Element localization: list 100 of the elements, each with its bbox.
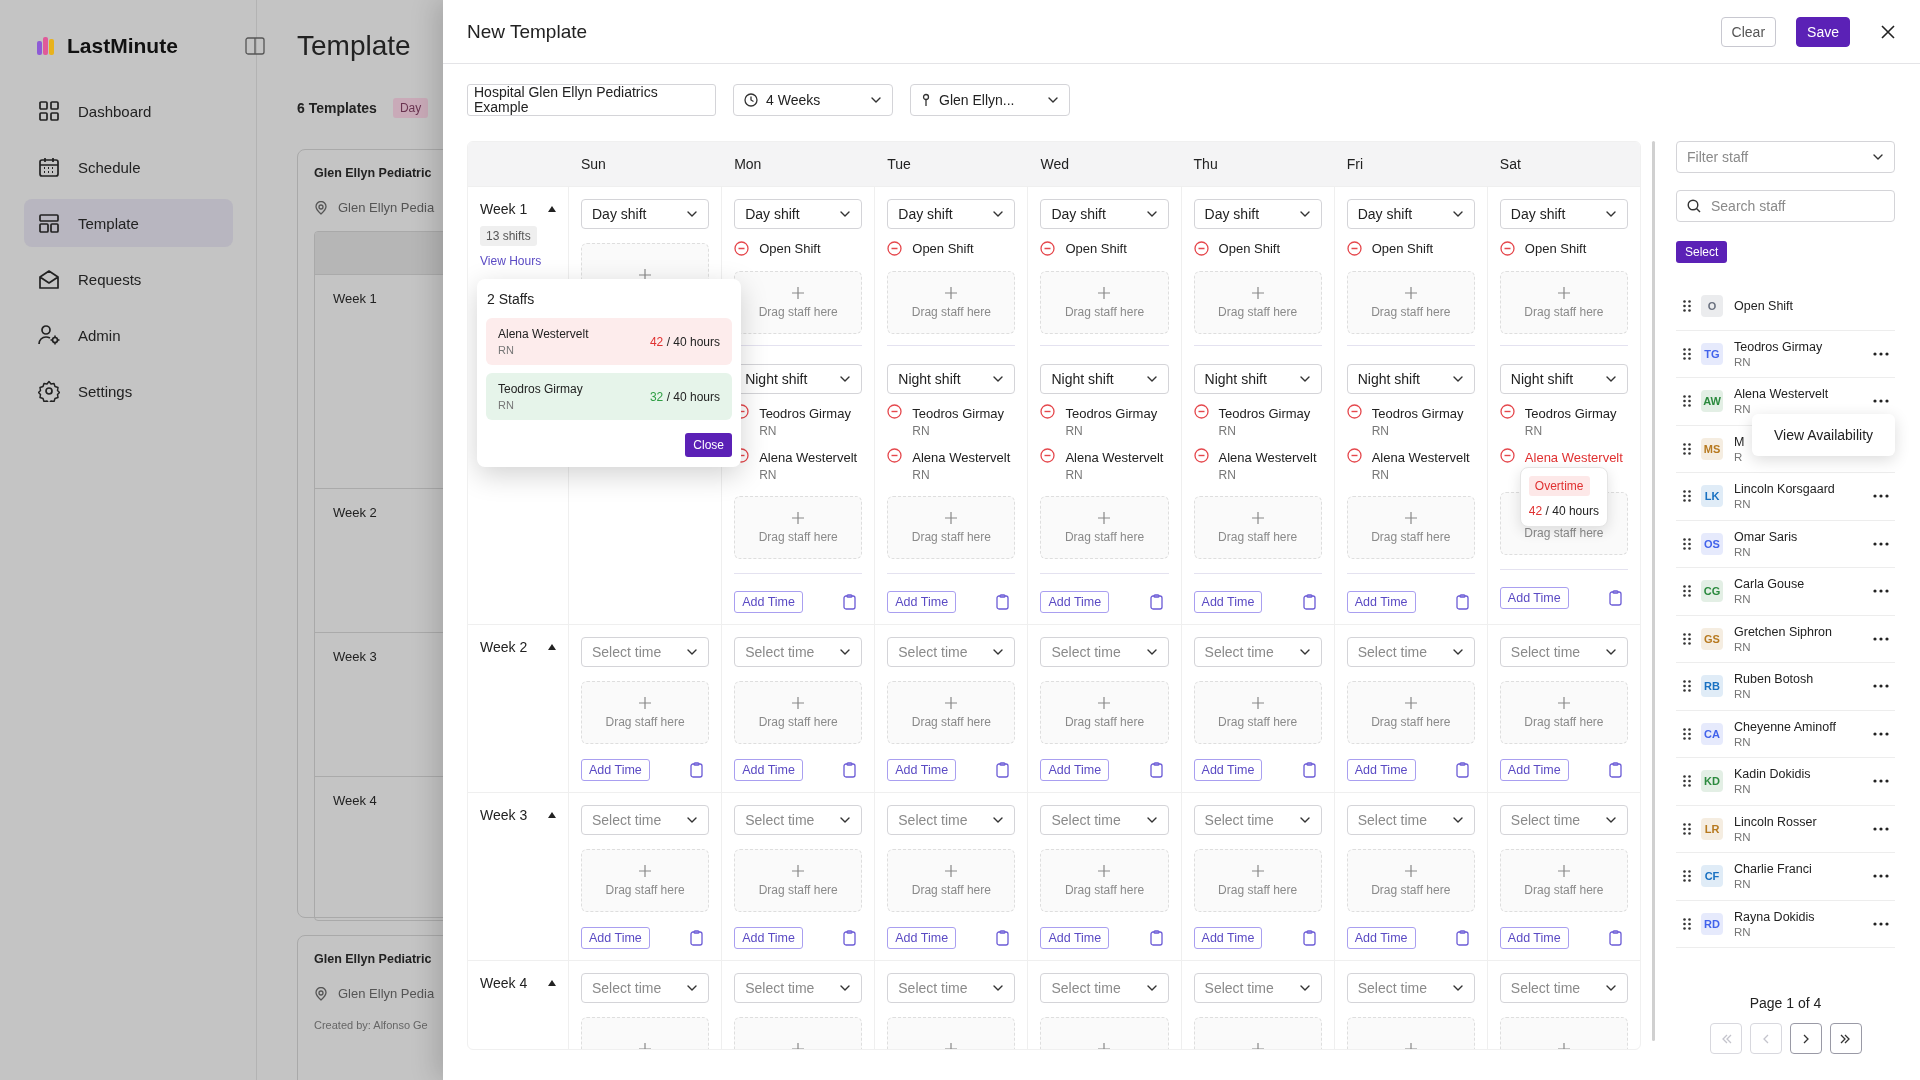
hours-text: 32 / 40 hours <box>649 389 720 404</box>
staff-name: Open Shift <box>1371 241 1434 256</box>
drop-hint: Drag staff here <box>911 304 991 319</box>
staff-name: Open Shift <box>1524 241 1587 256</box>
avatar: LK <box>1701 485 1723 508</box>
location-text: Glen Ellyn Pedia <box>338 200 435 215</box>
staff-role: RN <box>1065 468 1084 482</box>
page-title: Template <box>297 29 412 63</box>
hours-text: 42 / 40 hours <box>1528 504 1599 518</box>
overtime-badge: Overtime <box>1528 476 1590 496</box>
drop-hint: Drag staff here <box>911 714 991 729</box>
staff-name: Alena Westervelt <box>1524 450 1623 465</box>
page-indicator: Page 1 of 4 <box>1749 995 1822 1011</box>
drawer-title: New Template <box>467 20 588 43</box>
avatar: MS <box>1701 437 1723 460</box>
drop-hint: Drag staff here <box>758 529 838 544</box>
week-label: Week 4 <box>480 975 528 991</box>
drop-hint: Drag staff here <box>1064 882 1145 897</box>
week-label: Week 2 <box>480 639 528 655</box>
drop-hint: Drag staff here <box>1218 529 1298 544</box>
staff-name: Lincoln Korsgaard <box>1734 482 1835 497</box>
staff-name: Cheyenne Aminoff <box>1734 719 1836 734</box>
staff-name: Alena Westervelt <box>1218 450 1317 465</box>
staff-role: RN <box>1065 424 1084 438</box>
avatar: RD <box>1701 912 1723 935</box>
staff-name: Teodros Girmay <box>759 406 851 421</box>
staff-role: R <box>1734 450 1744 463</box>
staff-name: Gretchen Siphron <box>1734 624 1832 639</box>
drop-hint: Drag staff here <box>1064 529 1145 544</box>
drop-hint: Drag staff here <box>1524 714 1604 729</box>
drop-hint: Drag staff here <box>1524 304 1604 319</box>
drop-hint: Drag staff here <box>1371 714 1451 729</box>
avatar: KD <box>1701 770 1723 793</box>
staff-name: Open Shift <box>912 241 974 256</box>
staff-role: RN <box>1734 545 1752 558</box>
staff-role: RN <box>1734 355 1752 368</box>
staff-role: RN <box>1734 925 1752 938</box>
template-count: 6 Templates <box>297 100 377 116</box>
drop-hint: Drag staff here <box>1371 529 1451 544</box>
staff-name: Teodros Girmay <box>1524 406 1617 421</box>
staff-name: Open Shift <box>1218 241 1280 256</box>
staff-role: RN <box>1734 783 1752 796</box>
drop-hint: Drag staff here <box>758 714 838 729</box>
drop-hint: Drag staff here <box>1218 714 1298 729</box>
week-label: Week 1 <box>333 291 377 306</box>
staff-name: Teodros Girmay <box>912 406 1005 421</box>
drop-hint: Drag staff here <box>605 882 685 897</box>
day-header: Fri <box>1345 156 1365 172</box>
week-label: Week 3 <box>480 807 528 823</box>
day-header: Sat <box>1498 156 1522 172</box>
staff-name: Lincoln Rosser <box>1734 814 1817 829</box>
staff-role: RN <box>1734 403 1752 416</box>
staff-name: Rayna Dokidis <box>1734 909 1815 924</box>
staff-name: Open Shift <box>1734 299 1794 314</box>
staff-role: RN <box>1524 424 1544 438</box>
drop-hint: Drag staff here <box>758 304 838 319</box>
avatar: CF <box>1701 865 1723 888</box>
staff-name: Alena Westervelt <box>498 327 589 341</box>
created-by-text: Created by: Alfonso Ge <box>314 1019 429 1031</box>
staff-name: Omar Saris <box>1734 529 1798 544</box>
staff-name: Alena Westervelt <box>759 450 858 465</box>
drop-hint: Drag staff here <box>1064 304 1145 319</box>
drop-hint: Drag staff here <box>1064 714 1145 729</box>
staff-role: RN <box>1734 640 1752 653</box>
staff-role: RN <box>1734 593 1752 606</box>
staff-name: Alena Westervelt <box>1734 387 1829 402</box>
avatar: CG <box>1701 580 1723 603</box>
avatar: AW <box>1701 390 1723 413</box>
day-header: Sun <box>580 156 607 172</box>
day-header: Mon <box>733 156 763 172</box>
staff-role: RN <box>1734 830 1752 843</box>
staff-name: Alena Westervelt <box>1065 450 1164 465</box>
card-title: Glen Ellyn Pediatric <box>314 166 433 180</box>
day-header: Thu <box>1192 156 1219 172</box>
popover-title: 2 Staffs <box>487 291 536 307</box>
drop-hint: Drag staff here <box>911 882 991 897</box>
staff-role: RN <box>912 424 931 438</box>
day-header: Tue <box>886 156 912 172</box>
drop-hint: Drag staff here <box>1524 525 1604 540</box>
week-label: Week 2 <box>333 505 377 520</box>
avatar: OS <box>1701 532 1723 555</box>
day-header: Wed <box>1039 156 1070 172</box>
drop-hint: Drag staff here <box>1371 304 1451 319</box>
avatar: LR <box>1701 817 1723 840</box>
staff-role: RN <box>1734 878 1752 891</box>
staff-role: RN <box>1734 688 1752 701</box>
tag: Day <box>392 98 429 118</box>
staff-name: Open Shift <box>759 241 821 256</box>
staff-name: Charlie Franci <box>1734 862 1812 877</box>
location-text: Glen Ellyn Pedia <box>338 986 435 1001</box>
staff-role: RN <box>759 424 778 438</box>
avatar: RB <box>1701 675 1723 698</box>
staff-role: RN <box>1734 498 1752 511</box>
week-label: Week 4 <box>333 793 377 808</box>
staff-role: RN <box>1734 735 1752 748</box>
drop-hint: Drag staff here <box>605 714 685 729</box>
drop-hint: Drag staff here <box>1524 882 1604 897</box>
staff-name: Kadin Dokidis <box>1734 767 1811 782</box>
staff-role: RN <box>1371 424 1391 438</box>
avatar: GS <box>1701 627 1723 650</box>
